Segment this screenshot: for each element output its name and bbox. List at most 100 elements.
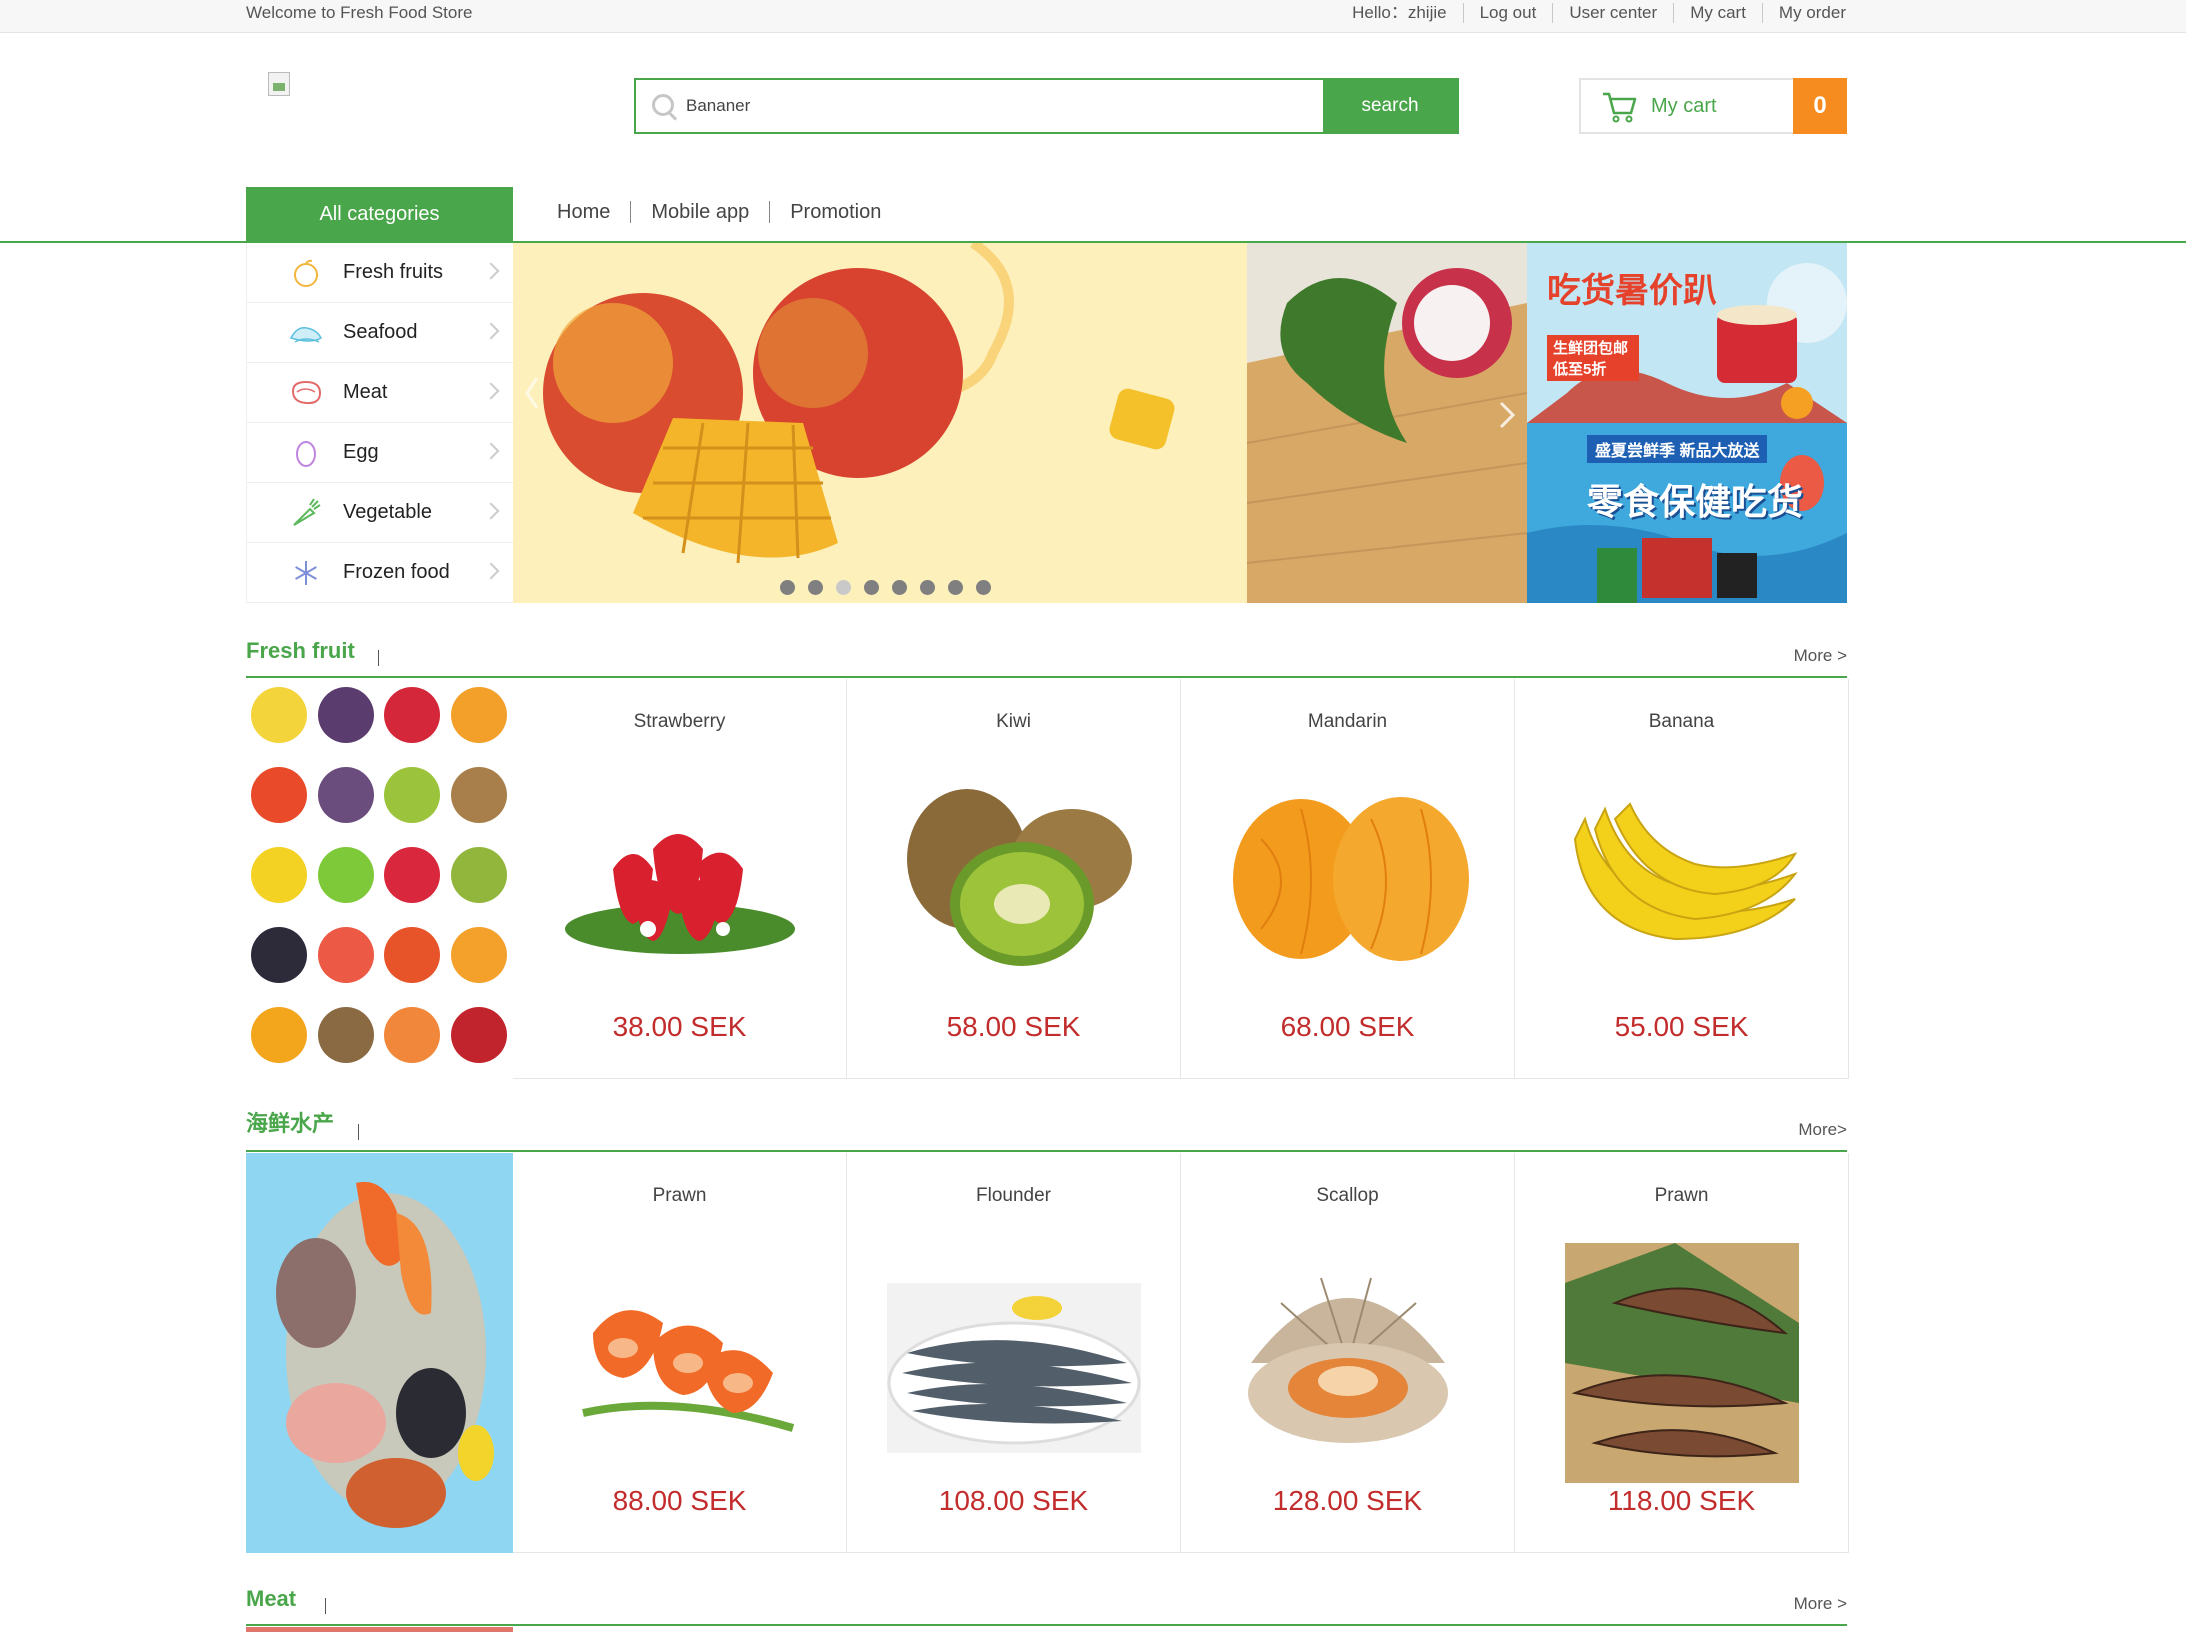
carousel-dot[interactable] — [947, 580, 963, 595]
section-header-fresh-fruit: Fresh fruit More > — [246, 630, 1847, 678]
ad2-headline: 零食保健吃货 — [1587, 481, 1804, 522]
product-price: 88.00 SEK — [612, 1485, 747, 1516]
title-separator — [378, 650, 379, 666]
cart-box[interactable]: My cart 0 — [1579, 78, 1847, 134]
carousel-dot[interactable] — [779, 580, 795, 595]
logout-link[interactable]: Log out — [1464, 3, 1554, 23]
search-bar: search — [634, 78, 1459, 134]
user-center-link[interactable]: User center — [1553, 3, 1675, 23]
my-cart-link[interactable]: My cart — [1674, 3, 1763, 23]
product-price: 118.00 SEK — [1607, 1485, 1756, 1516]
product-price: 108.00 SEK — [938, 1485, 1089, 1516]
product-name[interactable]: Flounder — [847, 1185, 1180, 1207]
top-links: Hello：zhijie Log out User center My cart… — [1352, 3, 1846, 23]
carousel-dot[interactable] — [919, 580, 935, 595]
category-vegetable[interactable]: Vegetable — [246, 483, 513, 543]
all-categories-button[interactable]: All categories — [246, 187, 513, 242]
category-egg[interactable]: Egg — [246, 423, 513, 483]
chevron-right-icon — [482, 382, 500, 400]
ad2-subtext: 盛夏尝鲜季 新品大放送 — [1587, 435, 1768, 463]
product-name[interactable]: Scallop — [1181, 1185, 1514, 1207]
ad-foodie-promo[interactable]: 吃货暑价趴 生鲜团包邮 低至5折 — [1527, 243, 1847, 423]
meat-collage-image-top[interactable] — [246, 1627, 513, 1632]
carousel-dots — [513, 580, 1247, 595]
chevron-right-icon — [482, 502, 500, 520]
carousel-dot[interactable] — [891, 580, 907, 595]
product-name[interactable]: Mandarin — [1181, 711, 1514, 733]
more-link[interactable]: More > — [1794, 646, 1847, 666]
category-label: Meat — [343, 381, 388, 403]
greeting-link[interactable]: Hello：zhijie — [1352, 3, 1464, 23]
chevron-right-icon — [482, 262, 500, 280]
product-name[interactable]: Prawn — [513, 1185, 846, 1207]
my-order-link[interactable]: My order — [1763, 3, 1846, 23]
product-card[interactable]: Scallop 128.00 SEK — [1181, 1153, 1515, 1553]
prawn-basket-image[interactable] — [1555, 1243, 1809, 1483]
vegetable-banner-image[interactable] — [1247, 243, 1527, 603]
product-card[interactable]: Banana 55.00 SEK — [1515, 679, 1849, 1079]
title-separator — [358, 1124, 359, 1140]
product-card[interactable]: Strawberry 38.00 SEK — [513, 679, 847, 1079]
category-meat[interactable]: Meat — [246, 363, 513, 423]
section-title[interactable]: Fresh fruit — [246, 638, 355, 664]
product-name[interactable]: Prawn — [1515, 1185, 1848, 1207]
ad1-headline: 吃货暑价趴 — [1547, 272, 1717, 310]
strawberry-image[interactable] — [553, 779, 807, 979]
scallop-image[interactable] — [1221, 1253, 1475, 1453]
ad-snack-health-promo[interactable]: 盛夏尝鲜季 新品大放送 零食保健吃货 — [1527, 423, 1847, 603]
section-header-meat: Meat More > — [246, 1578, 1847, 1626]
mango-banner-image — [525, 243, 1175, 564]
product-name[interactable]: Kiwi — [847, 711, 1180, 733]
flounder-fish-image[interactable] — [887, 1253, 1141, 1453]
category-label: Seafood — [343, 321, 418, 343]
chevron-right-icon — [482, 562, 500, 580]
section-title[interactable]: 海鲜水产 — [246, 1106, 334, 1138]
carousel-dot[interactable] — [975, 580, 991, 595]
category-label: Egg — [343, 441, 379, 463]
nav-home[interactable]: Home — [557, 201, 632, 223]
section-title[interactable]: Meat — [246, 1586, 296, 1612]
hero-carousel[interactable] — [513, 243, 1247, 603]
carousel-dot[interactable] — [863, 580, 879, 595]
category-seafood[interactable]: Seafood — [246, 303, 513, 363]
category-fresh-fruits[interactable]: Fresh fruits — [246, 243, 513, 303]
product-price: 58.00 SEK — [946, 1011, 1081, 1042]
product-price: 128.00 SEK — [1272, 1485, 1423, 1516]
product-card[interactable]: Mandarin 68.00 SEK — [1181, 679, 1515, 1079]
carousel-dot[interactable] — [807, 580, 823, 595]
search-button[interactable]: search — [1323, 80, 1457, 132]
category-label: Fresh fruits — [343, 261, 444, 283]
product-card[interactable]: Kiwi 58.00 SEK — [847, 679, 1181, 1079]
category-frozen-food[interactable]: Frozen food — [246, 543, 513, 603]
seafood-collage-image[interactable] — [246, 1153, 513, 1553]
product-price: 68.00 SEK — [1280, 1011, 1415, 1042]
kiwi-image[interactable] — [887, 779, 1141, 979]
cart-count-badge: 0 — [1793, 78, 1847, 134]
banana-image[interactable] — [1555, 779, 1809, 979]
prawn-image[interactable] — [553, 1253, 807, 1453]
product-price: 38.00 SEK — [612, 1011, 747, 1042]
main-nav: Home Mobile app Promotion — [557, 201, 901, 223]
category-label: Vegetable — [343, 501, 432, 523]
product-name[interactable]: Banana — [1515, 711, 1848, 733]
more-link[interactable]: More > — [1794, 1594, 1847, 1614]
product-name[interactable]: Strawberry — [513, 711, 846, 733]
nav-mobile-app[interactable]: Mobile app — [631, 201, 771, 223]
broken-logo-image[interactable] — [268, 72, 290, 96]
more-link[interactable]: More> — [1798, 1120, 1847, 1140]
product-card[interactable]: Prawn 88.00 SEK — [513, 1153, 847, 1553]
egg-icon — [289, 436, 323, 470]
product-card[interactable]: Prawn 118.00 SEK — [1515, 1153, 1849, 1553]
carousel-dot-active[interactable] — [835, 580, 851, 595]
category-label: Frozen food — [343, 561, 450, 583]
section-header-seafood: 海鲜水产 More> — [246, 1104, 1847, 1152]
seafood-icon — [289, 316, 323, 350]
search-icon — [636, 80, 686, 132]
search-input[interactable] — [686, 80, 1323, 132]
cart-label: My cart — [1651, 94, 1717, 117]
product-card[interactable]: Flounder 108.00 SEK — [847, 1153, 1181, 1553]
fruit-collage-image[interactable] — [246, 679, 513, 1079]
nav-promotion[interactable]: Promotion — [770, 201, 901, 223]
meat-icon — [289, 376, 323, 410]
mandarin-image[interactable] — [1221, 779, 1475, 979]
